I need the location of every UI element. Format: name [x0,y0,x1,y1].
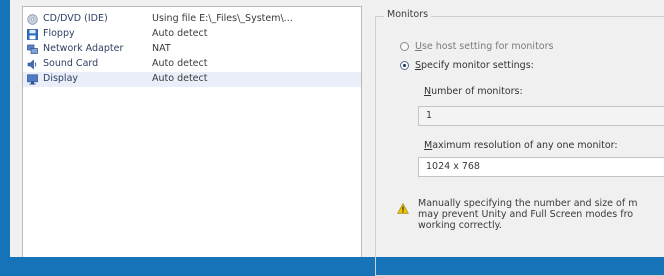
use-host-setting-label: Use host setting for monitors [415,40,554,52]
hardware-row-floppy[interactable]: Floppy Auto detect [23,27,361,42]
hardware-summary: Auto detect [152,58,208,69]
hardware-row-display[interactable]: Display Auto detect [23,72,361,87]
hardware-name: Sound Card [43,58,99,69]
hardware-row-sound-card[interactable]: Sound Card Auto detect [23,57,361,72]
radio-unchecked-icon [400,41,409,51]
maximum-resolution-label: Maximum resolution of any one monitor: [424,140,618,151]
radio-checked-icon [400,60,409,70]
number-of-monitors-select[interactable]: 1 [418,106,664,126]
network-adapter-icon [27,44,38,54]
sound-card-icon [27,59,37,70]
hardware-summary: Using file E:\_Files\_System\... [152,13,293,24]
maximum-resolution-select[interactable]: 1024 x 768 [418,157,664,177]
monitors-group-title: Monitors [384,9,432,20]
hardware-row-cd-dvd[interactable]: CD/DVD (IDE) Using file E:\_Files\_Syste… [23,12,361,27]
number-of-monitors-label: Number of monitors: [424,86,523,97]
use-host-setting-radio[interactable]: Use host setting for monitors [400,39,553,53]
hardware-list: CD/DVD (IDE) Using file E:\_Files\_Syste… [22,6,362,257]
hardware-summary: Auto detect [152,28,208,39]
hardware-name: Display [43,73,79,84]
hardware-name: Network Adapter [43,43,124,54]
hardware-row-network-adapter[interactable]: Network Adapter NAT [23,42,361,57]
hardware-summary: Auto detect [152,73,208,84]
cd-dvd-icon [27,14,38,25]
floppy-icon [27,29,38,40]
display-icon [27,74,38,85]
warning-icon [397,203,409,214]
monitor-warning-text: Manually specifying the number and size … [418,198,638,231]
hardware-summary: NAT [152,43,171,54]
hardware-name: CD/DVD (IDE) [43,13,108,24]
specify-monitor-settings-radio[interactable]: Specify monitor settings: [400,58,534,72]
specify-monitor-settings-label: Specify monitor settings: [415,59,534,71]
hardware-name: Floppy [43,28,75,39]
display-settings-panel: Monitors Use host setting for monitors S… [372,6,664,276]
